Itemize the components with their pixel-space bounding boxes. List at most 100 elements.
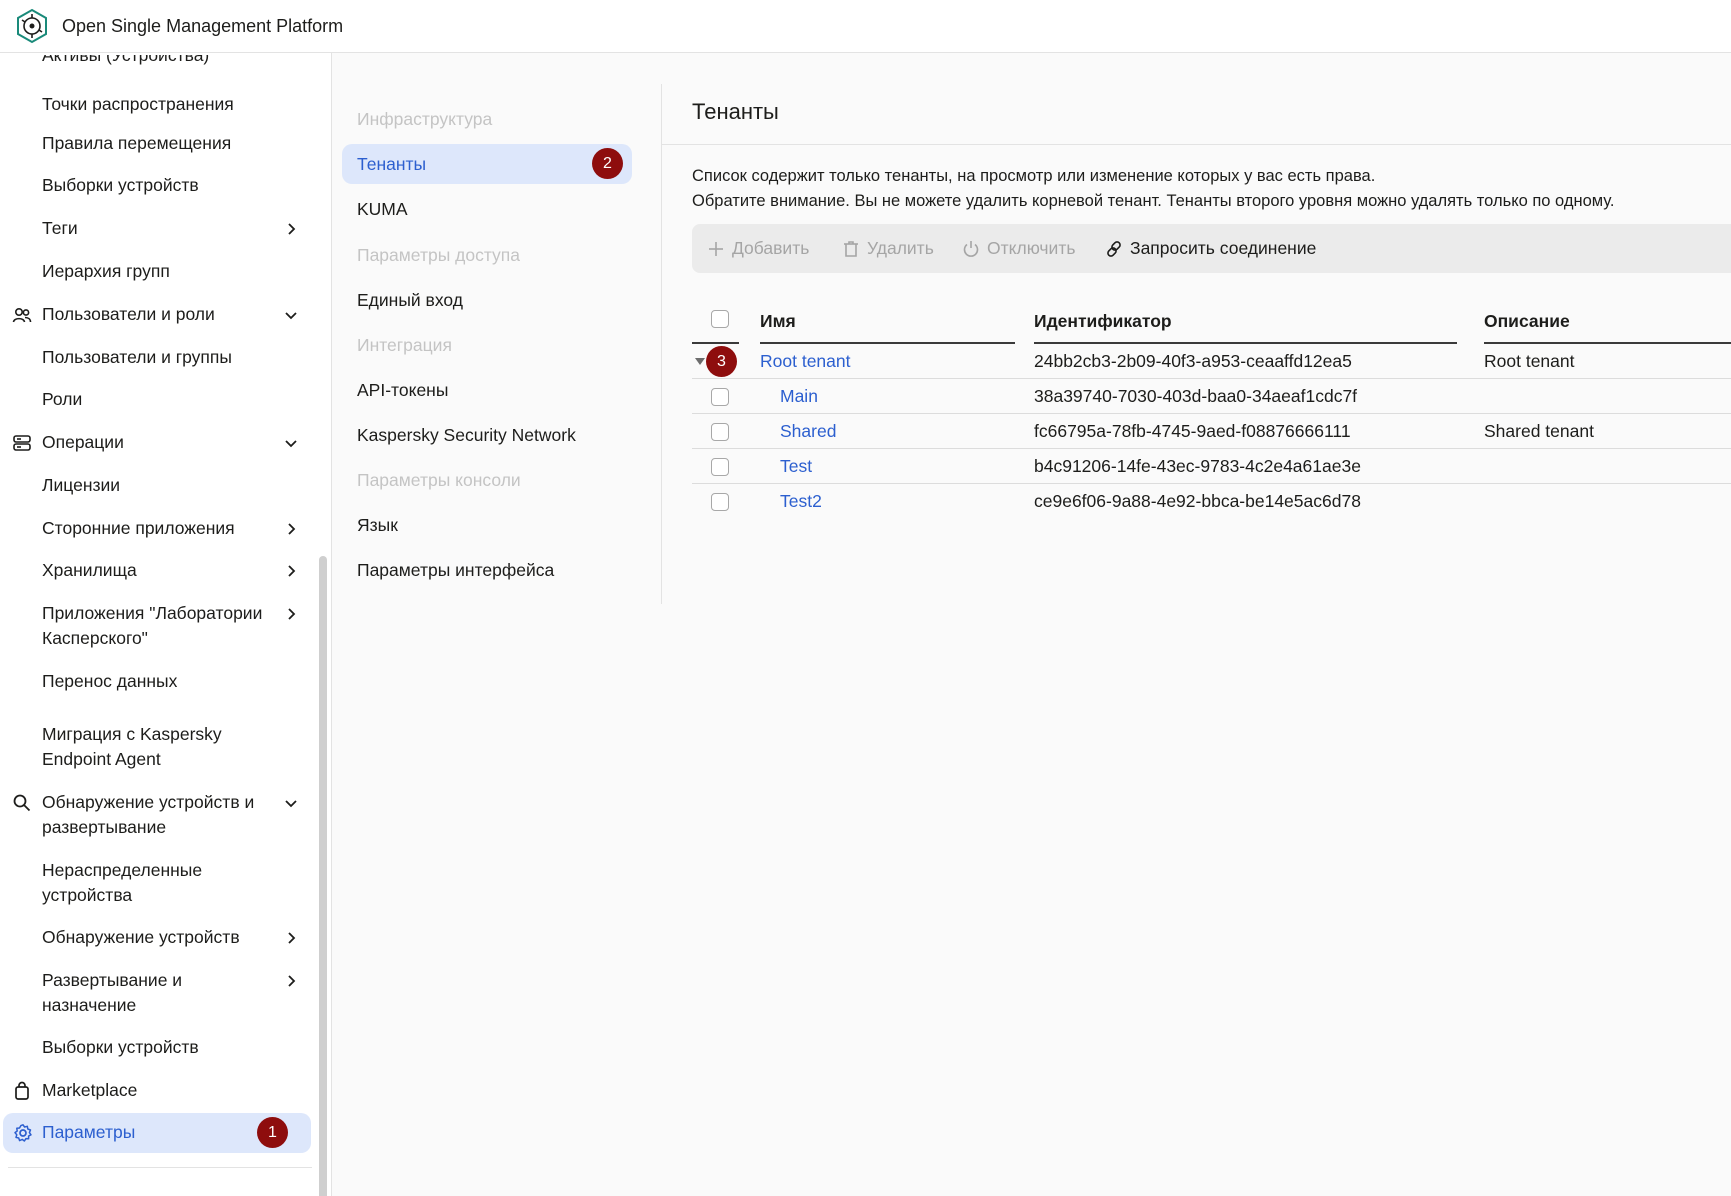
column-header-id[interactable]: Идентификатор <box>1034 300 1172 343</box>
sidebar-item-operations[interactable]: Операции <box>0 430 310 460</box>
sidebar-item-kea-migration[interactable]: Миграция с Kaspersky Endpoint Agent <box>0 722 310 777</box>
sidebar-item-tags[interactable]: Теги <box>0 216 310 246</box>
table-row[interactable]: 3 Root tenant 24bb2cb3-2b09-40f3-a953-ce… <box>692 344 1731 379</box>
delete-button-label: Удалить <box>867 238 934 258</box>
description-line-1: Список содержит только тенанты, на просм… <box>692 167 1376 185</box>
link-icon <box>1107 240 1121 257</box>
sidebar-item-users-roles[interactable]: Пользователи и роли <box>0 302 310 332</box>
chevron-down-icon <box>285 800 297 808</box>
shopping-bag-icon <box>15 1081 29 1100</box>
disable-button[interactable]: Отключить <box>961 224 1075 273</box>
step-badge-2: 2 <box>592 148 623 179</box>
tenant-description: Root tenant <box>1484 351 1575 371</box>
sidebar-item-device-discovery[interactable]: Обнаружение устройств <box>0 925 310 955</box>
tenant-name-link[interactable]: Test <box>780 449 812 484</box>
chevron-right-icon <box>288 975 296 987</box>
users-icon <box>12 307 32 323</box>
sidebar-item-licenses[interactable]: Лицензии <box>0 473 310 503</box>
sidebar-item-device-selections-2[interactable]: Выборки устройств <box>0 1035 310 1065</box>
submenu-item-access-settings[interactable]: Параметры доступа <box>342 235 632 275</box>
tenant-id: b4c91206-14fe-43ec-9783-4c2e4a61ae3e <box>1034 456 1361 476</box>
gear-icon <box>14 1124 32 1142</box>
sidebar-item-kaspersky-apps[interactable]: Приложения "Лаборатории Касперского" <box>0 601 310 656</box>
submenu-item-tenants[interactable]: Тенанты 2 <box>342 144 632 184</box>
sidebar-item-assets[interactable]: Активы (Устройства) <box>0 55 310 75</box>
sidebar-item-users-groups[interactable]: Пользователи и группы <box>0 345 310 375</box>
chevron-right-icon <box>288 223 296 235</box>
request-connection-button[interactable]: Запросить соединение <box>1104 224 1316 273</box>
submenu-item-console-settings[interactable]: Параметры консоли <box>342 460 632 500</box>
sidebar-item-repositories[interactable]: Хранилища <box>0 558 310 588</box>
row-checkbox[interactable] <box>711 423 729 441</box>
row-checkbox[interactable] <box>711 388 729 406</box>
description-line-2: Обратите внимание. Вы не можете удалить … <box>692 192 1615 210</box>
sidebar-scrollbar[interactable] <box>319 556 327 1196</box>
sidebar-item-marketplace[interactable]: Marketplace <box>0 1078 310 1108</box>
sidebar-item-discovery-deployment[interactable]: Обнаружение устройств и развертывание <box>0 790 310 845</box>
search-icon <box>13 794 31 812</box>
select-all-checkbox[interactable] <box>711 310 729 328</box>
chevron-right-icon <box>288 523 296 535</box>
toolbar: Добавить Удалить Отключить Запросить сое… <box>692 224 1731 273</box>
tenant-name-link[interactable]: Test2 <box>780 484 822 519</box>
tenant-id: 38a39740-7030-403d-baa0-34aeaf1cdc7f <box>1034 386 1358 406</box>
sidebar-item-data-transfer[interactable]: Перенос данных <box>0 669 310 699</box>
request-connection-label: Запросить соединение <box>1130 238 1317 258</box>
expand-caret-icon[interactable] <box>695 358 705 365</box>
chevron-down-icon <box>285 312 297 320</box>
sidebar-item-movement-rules[interactable]: Правила перемещения <box>0 131 310 161</box>
submenu-item-sso[interactable]: Единый вход <box>342 280 632 320</box>
submenu-divider <box>661 84 662 604</box>
submenu-item-kuma[interactable]: KUMA <box>342 189 632 229</box>
add-button[interactable]: Добавить <box>706 224 809 273</box>
table-row[interactable]: Main 38a39740-7030-403d-baa0-34aeaf1cdc7… <box>692 379 1731 414</box>
tenant-id: fc66795a-78fb-4745-9aed-f08876666111 <box>1034 421 1351 441</box>
chevron-right-icon <box>288 565 296 577</box>
chevron-right-icon <box>288 608 296 620</box>
sidebar-item-device-selections[interactable]: Выборки устройств <box>0 173 310 203</box>
column-header-description[interactable]: Описание <box>1484 300 1570 343</box>
sidebar-item-group-hierarchy[interactable]: Иерархия групп <box>0 259 310 289</box>
submenu-item-api-tokens[interactable]: API-токены <box>342 370 632 410</box>
power-icon <box>963 240 979 257</box>
title-divider <box>662 144 1731 145</box>
tenant-id: ce9e6f06-9a88-4e92-bbca-be14e5ac6d78 <box>1034 491 1361 511</box>
settings-submenu: Инфраструктура Тенанты 2 KUMA Параметры … <box>333 53 661 603</box>
sidebar-item-distribution-points[interactable]: Точки распространения <box>0 92 310 122</box>
chevron-down-icon <box>285 440 297 448</box>
step-badge-3: 3 <box>706 346 737 377</box>
disable-button-label: Отключить <box>987 238 1076 258</box>
server-stack-icon <box>13 435 31 451</box>
sidebar-item-settings[interactable]: Параметры 1 <box>3 1113 311 1153</box>
submenu-item-ksn[interactable]: Kaspersky Security Network <box>342 415 632 455</box>
row-checkbox[interactable] <box>711 493 729 511</box>
tenant-name-link[interactable]: Main <box>780 379 818 414</box>
submenu-item-integration[interactable]: Интеграция <box>342 325 632 365</box>
column-header-name[interactable]: Имя <box>760 300 796 343</box>
submenu-item-language[interactable]: Язык <box>342 505 632 545</box>
app-logo-icon[interactable] <box>14 8 50 44</box>
table-row[interactable]: Shared fc66795a-78fb-4745-9aed-f08876666… <box>692 414 1731 449</box>
submenu-item-infrastructure[interactable]: Инфраструктура <box>342 99 632 139</box>
tenant-name-link[interactable]: Shared <box>780 414 836 449</box>
chevron-right-icon <box>288 932 296 944</box>
sidebar-item-roles[interactable]: Роли <box>0 387 310 417</box>
trash-icon <box>844 240 858 257</box>
row-checkbox[interactable] <box>711 458 729 476</box>
submenu-item-tenants-label: Тенанты <box>357 153 427 174</box>
sidebar-item-deployment-assignment[interactable]: Развертывание и назначение <box>0 968 310 1023</box>
step-badge-1: 1 <box>257 1117 288 1148</box>
sidebar-item-third-party-apps[interactable]: Сторонние приложения <box>0 516 310 546</box>
sidebar-item-unassigned-devices[interactable]: Нераспределенные устройства <box>0 858 310 913</box>
sidebar-divider <box>8 1167 312 1168</box>
app-title: Open Single Management Platform <box>62 15 344 36</box>
submenu-item-interface-settings[interactable]: Параметры интерфейса <box>342 550 632 590</box>
tenant-name-link[interactable]: Root tenant <box>760 344 850 379</box>
delete-button[interactable]: Удалить <box>841 224 934 273</box>
main-sidebar: Активы (Устройства) Точки распространени… <box>0 53 332 1196</box>
table-row[interactable]: Test2 ce9e6f06-9a88-4e92-bbca-be14e5ac6d… <box>692 484 1731 519</box>
top-bar: Open Single Management Platform <box>0 0 1731 53</box>
table-row[interactable]: Test b4c91206-14fe-43ec-9783-4c2e4a61ae3… <box>692 449 1731 484</box>
plus-icon <box>709 241 723 256</box>
add-button-label: Добавить <box>732 238 810 258</box>
